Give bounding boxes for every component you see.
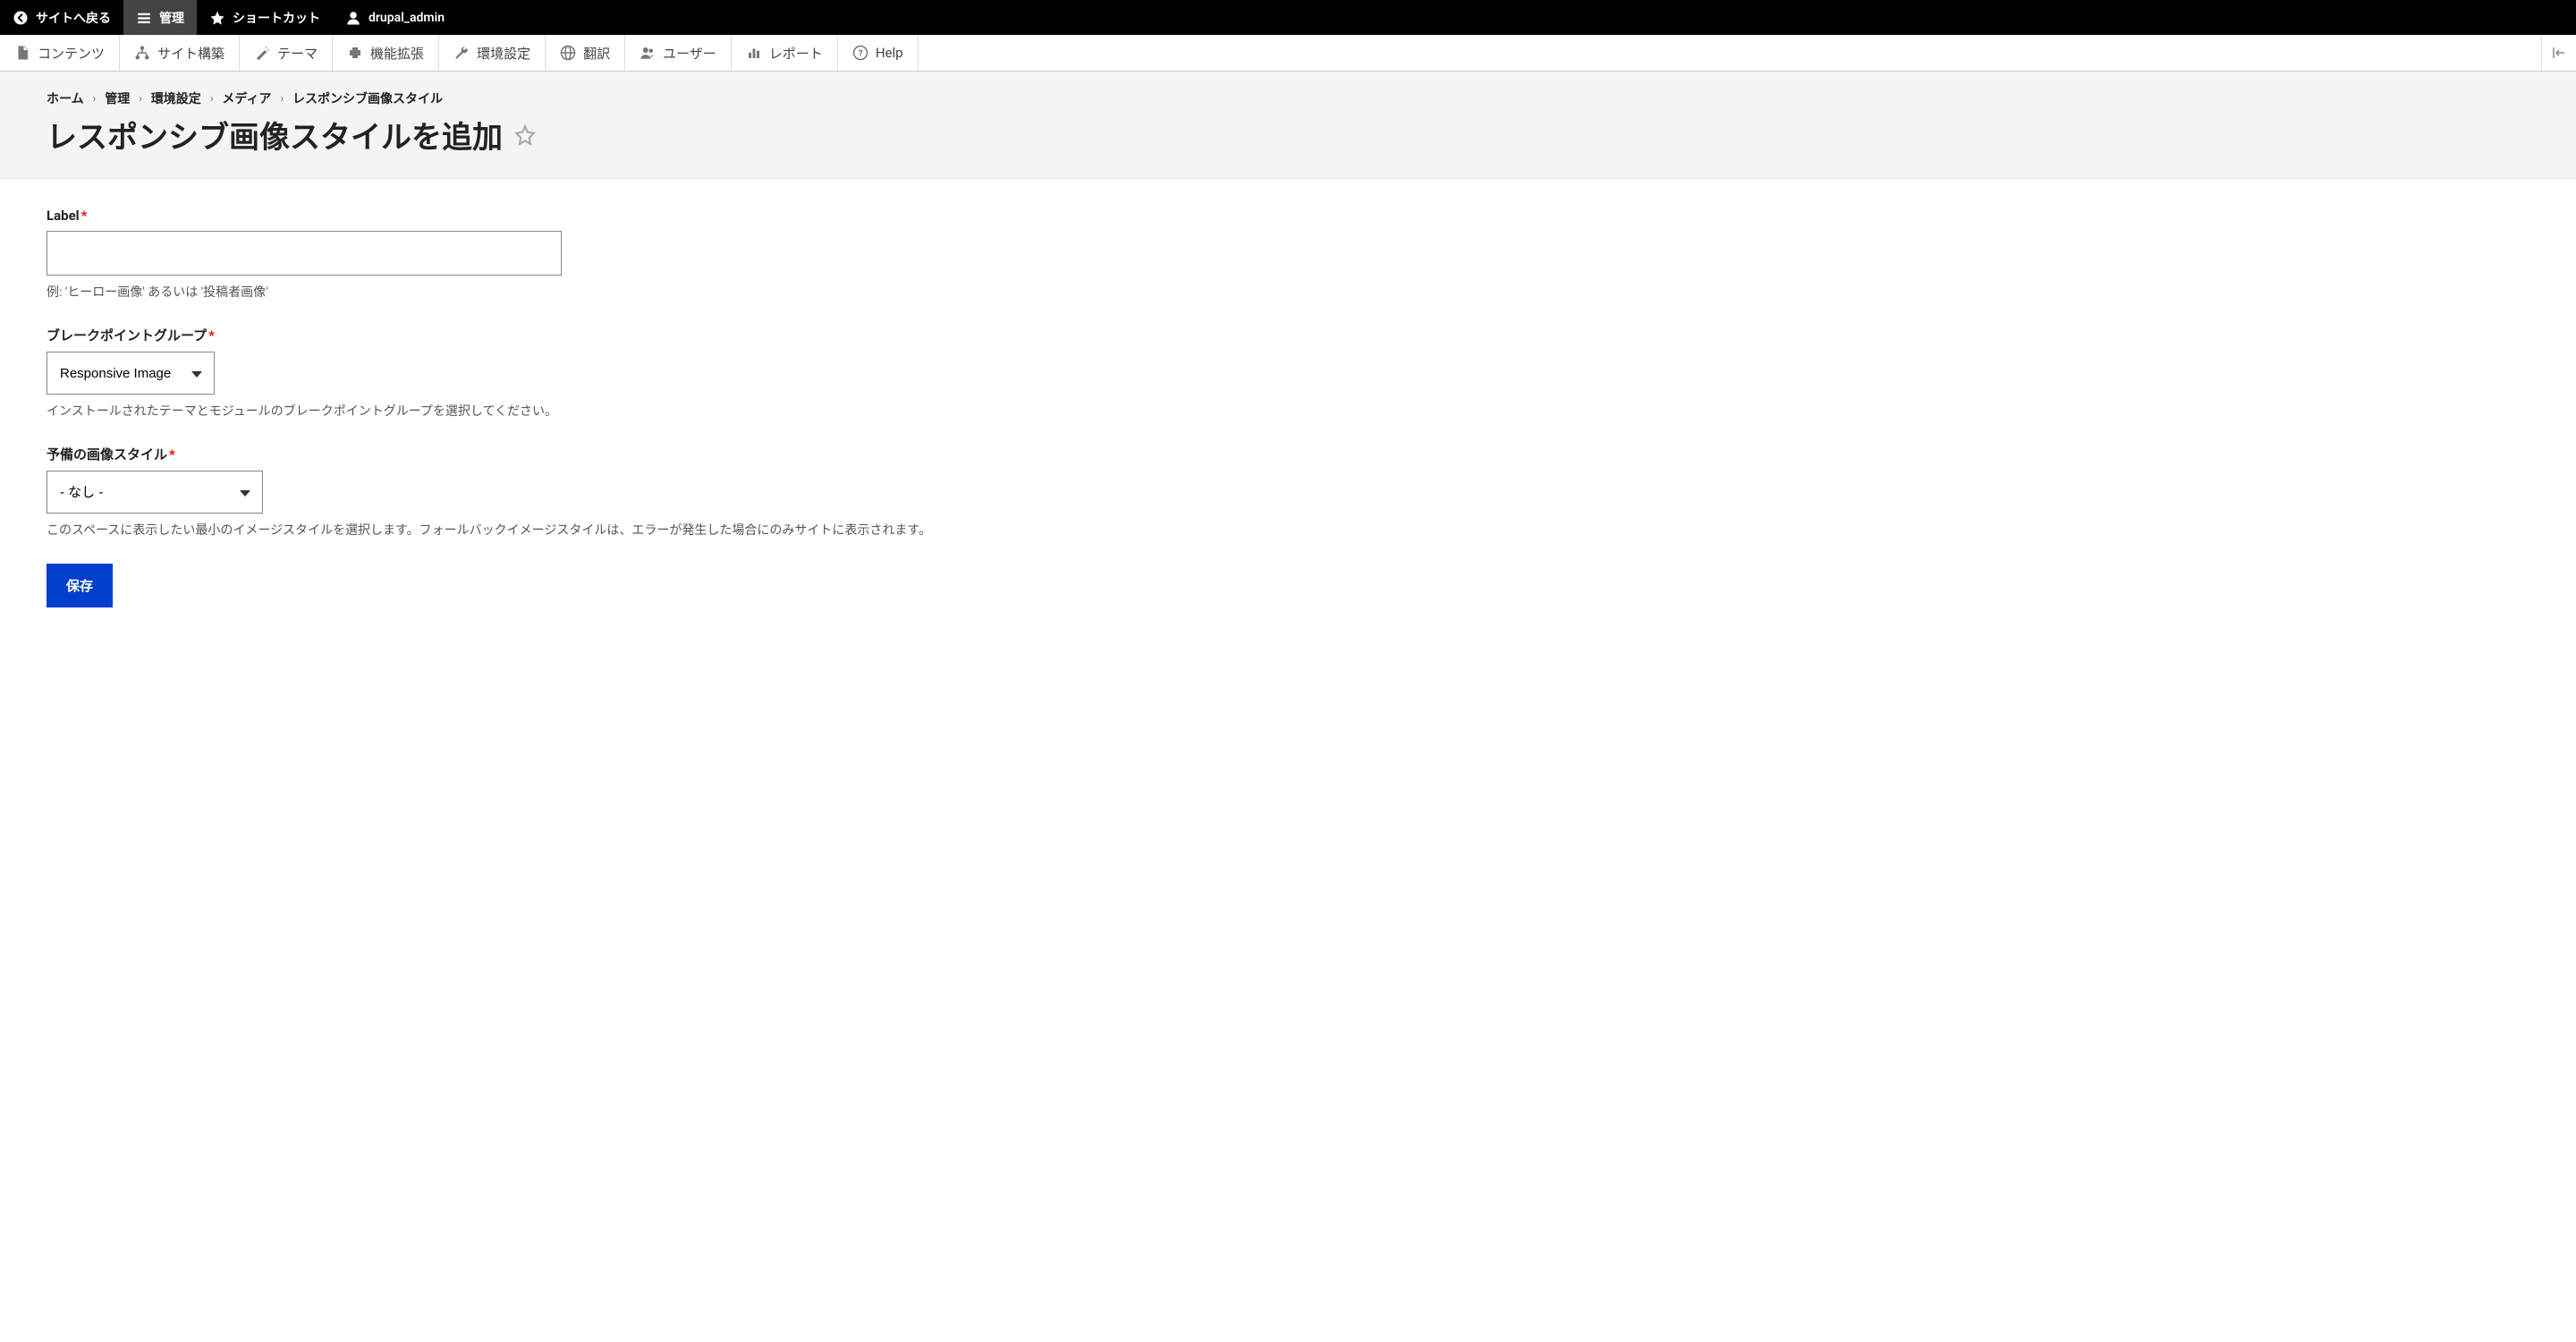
breadcrumb-current[interactable]: レスポンシブ画像スタイル [292,89,443,107]
breadcrumb-sep: › [210,92,214,105]
breadcrumb-config[interactable]: 環境設定 [151,89,201,107]
puzzle-icon [347,45,363,61]
admin-menu-content[interactable]: コンテンツ [0,35,120,71]
breadcrumb-sep: › [139,92,142,105]
breadcrumb-media[interactable]: メディア [222,89,271,107]
hierarchy-icon [134,45,150,61]
required-marker: * [208,327,215,344]
admin-menu-translate[interactable]: 翻訳 [546,35,625,71]
breakpoint-group-label: ブレークポイントグループ* [47,326,215,344]
shortcuts-link[interactable]: ショートカット [197,0,333,35]
admin-menu-people-label: ユーザー [663,44,716,63]
back-to-site-label: サイトへ戻る [36,9,111,27]
wrench-icon [453,45,470,61]
admin-menu-content-label: コンテンツ [38,44,105,63]
people-icon [640,45,656,61]
admin-menu-extend[interactable]: 機能拡張 [333,35,439,71]
admin-menu-translate-label: 翻訳 [583,44,610,63]
breadcrumb-home[interactable]: ホーム [47,89,84,107]
admin-menu-people[interactable]: ユーザー [625,35,732,71]
admin-menu-structure-label: サイト構築 [157,44,225,63]
form-item-breakpoint-group: ブレークポイントグループ* Responsive Image インストールされた… [47,326,2529,420]
required-marker: * [169,446,175,463]
page-title-row: レスポンシブ画像スタイルを追加 [47,113,2529,157]
globe-icon [560,45,576,61]
shortcuts-label: ショートカット [233,9,320,27]
bar-chart-icon [746,45,762,61]
admin-menu-appearance[interactable]: テーマ [240,35,333,71]
user-label: drupal_admin [369,11,445,25]
add-shortcut-button[interactable] [513,123,537,147]
breadcrumb-admin[interactable]: 管理 [105,89,130,107]
back-to-site-link[interactable]: サイトへ戻る [0,0,123,35]
label-description: 例: 'ヒーロー画像' あるいは '投稿者画像' [47,283,2529,301]
admin-menu-help[interactable]: ? Help [838,35,919,71]
hamburger-icon [136,10,152,26]
admin-menu-spacer [919,35,2541,71]
region-header: ホーム › 管理 › 環境設定 › メディア › レスポンシブ画像スタイル レス… [0,72,2576,179]
form-item-label: Label* 例: 'ヒーロー画像' あるいは '投稿者画像' [47,208,2529,301]
required-marker: * [81,208,88,224]
collapse-icon [2551,45,2567,61]
breadcrumb: ホーム › 管理 › 環境設定 › メディア › レスポンシブ画像スタイル [47,89,2529,107]
fallback-style-description: このスペースに表示したい最小のイメージスタイルを選択します。フォールバックイメー… [47,521,2529,539]
save-button[interactable]: 保存 [47,564,113,607]
admin-menu-help-label: Help [876,45,903,61]
fallback-style-label: 予備の画像スタイル* [47,445,175,463]
main-content: Label* 例: 'ヒーロー画像' あるいは '投稿者画像' ブレークポイント… [0,179,2576,636]
toolbar-top: サイトへ戻る 管理 ショートカット drupal_admin [0,0,2576,35]
user-icon [345,10,361,26]
label-input[interactable] [47,231,562,276]
document-icon [14,45,30,61]
wand-icon [254,45,270,61]
question-icon: ? [852,45,869,61]
arrow-left-circle-icon [13,10,29,26]
breadcrumb-sep: › [280,92,284,105]
user-menu[interactable]: drupal_admin [333,0,457,35]
breakpoint-group-description: インストールされたテーマとモジュールのブレークポイントグループを選択してください… [47,402,2529,420]
toolbar-orientation-toggle[interactable] [2541,35,2576,71]
admin-menu-extend-label: 機能拡張 [370,44,424,63]
admin-menu-configuration[interactable]: 環境設定 [439,35,546,71]
star-icon [209,10,225,26]
admin-menu-configuration-label: 環境設定 [477,44,530,63]
admin-menu-reports-label: レポート [769,44,823,63]
breakpoint-group-select[interactable]: Responsive Image [47,352,215,395]
page-title: レスポンシブ画像スタイルを追加 [47,113,503,157]
label-field-label: Label* [47,208,87,224]
manage-label: 管理 [159,9,184,27]
breadcrumb-sep: › [93,92,97,105]
star-outline-icon [513,123,537,147]
fallback-style-select[interactable]: - なし - [47,471,263,514]
svg-text:?: ? [858,47,862,59]
form-item-fallback-style: 予備の画像スタイル* - なし - このスペースに表示したい最小のイメージスタイ… [47,445,2529,539]
admin-menu-reports[interactable]: レポート [732,35,838,71]
admin-menu-appearance-label: テーマ [277,44,318,63]
admin-menu-structure[interactable]: サイト構築 [120,35,240,71]
manage-toggle[interactable]: 管理 [123,0,197,35]
admin-menu: コンテンツ サイト構築 テーマ 機能拡張 環境設定 翻訳 ユーザー [0,35,2576,72]
